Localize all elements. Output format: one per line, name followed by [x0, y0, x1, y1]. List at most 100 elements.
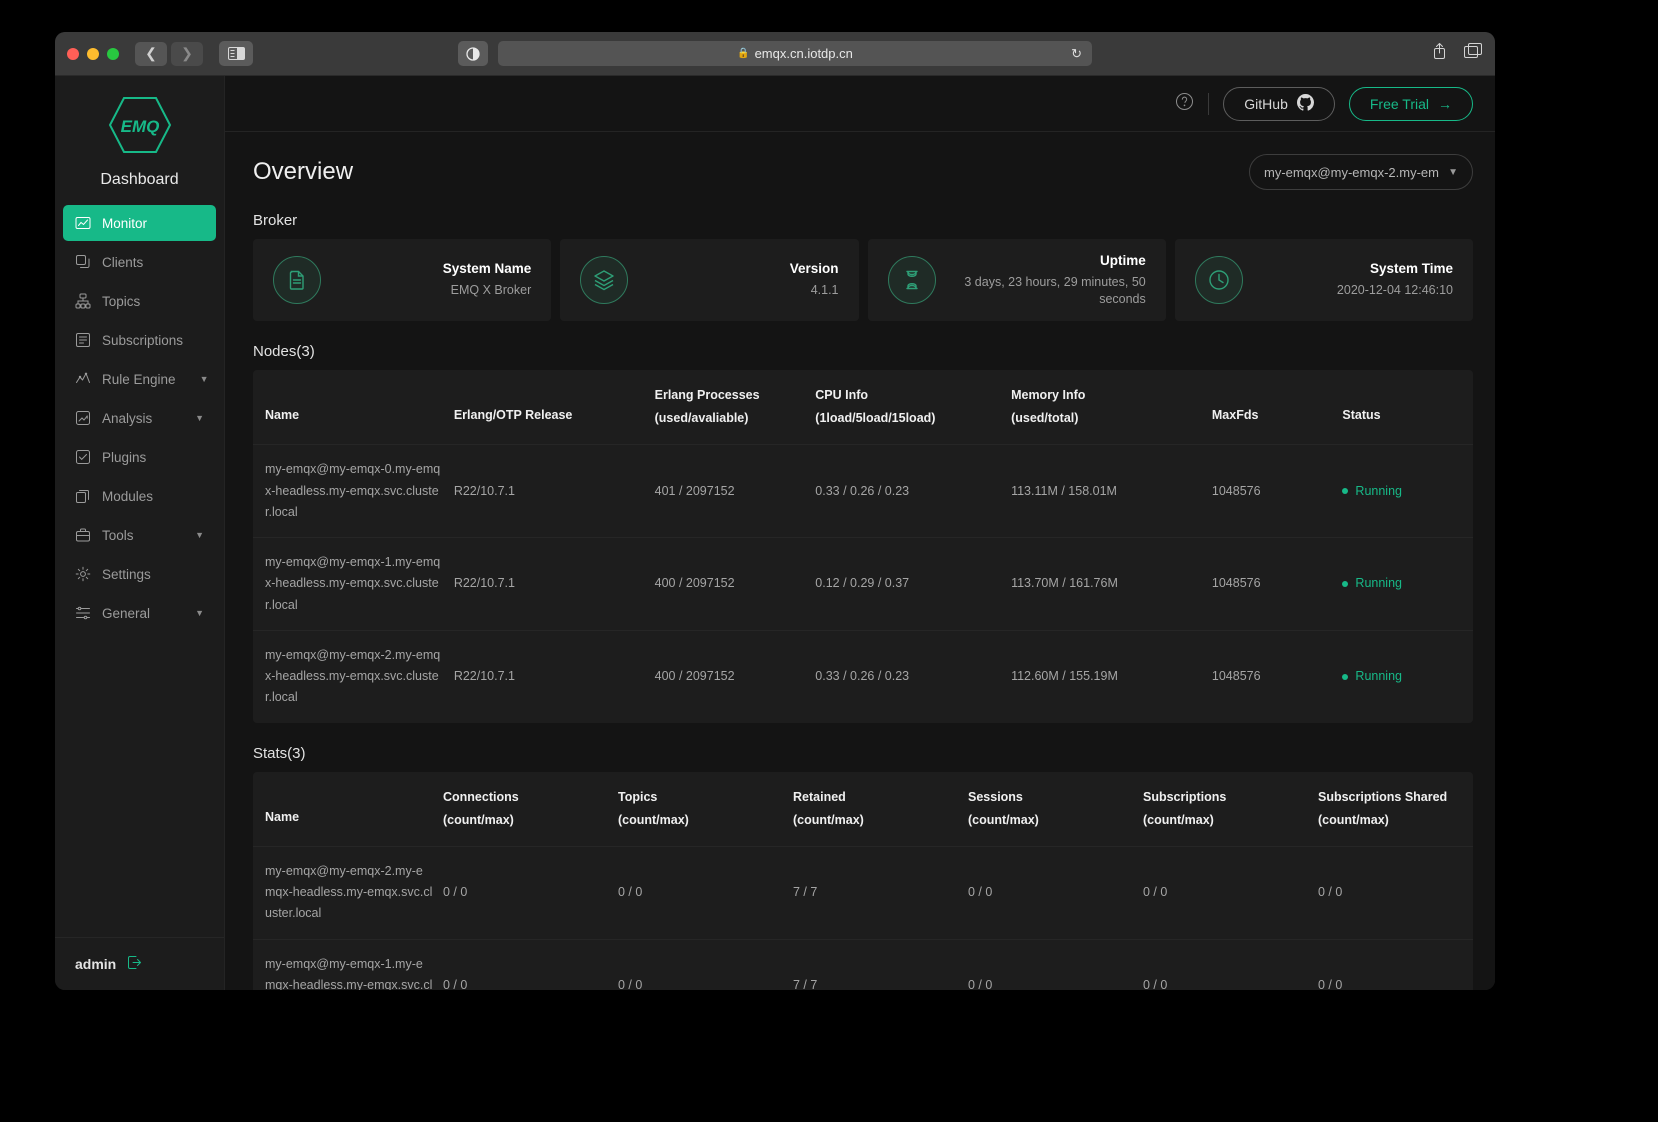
nodes-table: Name Erlang/OTP Release Erlang Processes… [253, 370, 1473, 723]
broker-card-text: System Time 2020-12-04 12:46:10 [1257, 261, 1453, 299]
stats-col-connections[interactable]: Connections(count/max) [443, 772, 618, 847]
sidebar-item-monitor[interactable]: Monitor [63, 205, 216, 241]
node-maxfds: 1048576 [1212, 445, 1343, 538]
node-memory: 113.70M / 161.76M [1011, 538, 1212, 631]
stats-col-retained[interactable]: Retained(count/max) [793, 772, 968, 847]
logout-icon[interactable] [126, 954, 143, 974]
document-icon [273, 256, 321, 304]
nodes-col-release[interactable]: Erlang/OTP Release [454, 370, 655, 445]
table-row[interactable]: my-emqx@my-emqx-1.my-emqx-headless.my-em… [253, 939, 1473, 990]
nodes-col-maxfds[interactable]: MaxFds [1212, 370, 1343, 445]
stats-section-title: Stats(3) [253, 745, 1473, 762]
stats-col-subscriptions-shared[interactable]: Subscriptions Shared(count/max) [1318, 772, 1473, 847]
back-arrow-icon[interactable]: ❮ [135, 42, 167, 66]
node-release: R22/10.7.1 [454, 445, 655, 538]
stats-subscriptions-shared: 0 / 0 [1318, 846, 1473, 939]
stats-retained: 7 / 7 [793, 939, 968, 990]
stats-col-subscriptions[interactable]: Subscriptions(count/max) [1143, 772, 1318, 847]
github-button-label: GitHub [1244, 96, 1288, 112]
topbar-divider [1208, 93, 1209, 115]
free-trial-button[interactable]: Free Trial → [1349, 87, 1473, 121]
node-memory: 112.60M / 155.19M [1011, 630, 1212, 722]
node-release: R22/10.7.1 [454, 538, 655, 631]
nodes-col-name[interactable]: Name [253, 370, 454, 445]
stats-topics: 0 / 0 [618, 939, 793, 990]
reload-icon[interactable]: ↻ [1071, 46, 1082, 62]
status-badge: Running [1342, 445, 1473, 538]
table-row[interactable]: my-emqx@my-emqx-2.my-emqx-headless.my-em… [253, 846, 1473, 939]
window-traffic-lights [67, 48, 119, 60]
broker-card-value: 4.1.1 [642, 282, 838, 299]
chevron-down-icon[interactable]: ▼ [195, 608, 204, 618]
stats-table: Name Connections(count/max) Topics(count… [253, 772, 1473, 991]
forward-arrow-icon[interactable]: ❯ [171, 42, 203, 66]
plugins-icon [75, 449, 91, 465]
nodes-col-cpu[interactable]: CPU Info(1load/5load/15load) [815, 370, 1011, 445]
broker-card-label: Uptime [950, 253, 1146, 268]
table-row[interactable]: my-emqx@my-emqx-1.my-emqx-headless.my-em… [253, 538, 1473, 631]
main-area: GitHub Free Trial → Overview my- [225, 76, 1495, 990]
nodes-col-status[interactable]: Status [1342, 370, 1473, 445]
sidebar-item-general[interactable]: General ▼ [63, 595, 216, 631]
stats-col-sessions[interactable]: Sessions(count/max) [968, 772, 1143, 847]
broker-card-value: EMQ X Broker [335, 282, 531, 299]
sidebar-item-label: Rule Engine [102, 372, 176, 387]
node-name: my-emqx@my-emqx-2.my-emqx-headless.my-em… [253, 630, 454, 722]
sidebar-item-rule-engine[interactable]: Rule Engine ▼ [63, 361, 216, 397]
nodes-col-processes[interactable]: Erlang Processes(used/avaliable) [655, 370, 816, 445]
sidebar-nav: Monitor Clients [55, 205, 224, 937]
svg-text:EMQ: EMQ [120, 117, 159, 136]
clients-icon [75, 254, 91, 270]
stats-subscriptions: 0 / 0 [1143, 846, 1318, 939]
sidebar-item-tools[interactable]: Tools ▼ [63, 517, 216, 553]
github-button[interactable]: GitHub [1223, 87, 1335, 121]
stats-sessions: 0 / 0 [968, 846, 1143, 939]
share-icon[interactable] [1431, 42, 1448, 65]
minimize-window-button[interactable] [87, 48, 99, 60]
sidebar-item-settings[interactable]: Settings [63, 556, 216, 592]
stats-col-name[interactable]: Name [253, 772, 443, 847]
table-row[interactable]: my-emqx@my-emqx-2.my-emqx-headless.my-em… [253, 630, 1473, 722]
sidebar-item-plugins[interactable]: Plugins [63, 439, 216, 475]
node-selector-dropdown[interactable]: my-emqx@my-emqx-2.my-em ▼ [1249, 154, 1473, 190]
sidebar-item-label: Analysis [102, 411, 152, 426]
sidebar-item-modules[interactable]: Modules [63, 478, 216, 514]
node-maxfds: 1048576 [1212, 630, 1343, 722]
close-window-button[interactable] [67, 48, 79, 60]
chevron-down-icon[interactable]: ▼ [200, 374, 209, 384]
stats-col-topics[interactable]: Topics(count/max) [618, 772, 793, 847]
monitor-icon [75, 215, 91, 231]
address-bar[interactable]: 🔒 emqx.cn.iotdp.cn ↻ [498, 41, 1092, 66]
node-selector-value: my-emqx@my-emqx-2.my-em [1264, 165, 1442, 180]
maximize-window-button[interactable] [107, 48, 119, 60]
lock-icon: 🔒 [737, 48, 749, 59]
sidebar-item-topics[interactable]: Topics [63, 283, 216, 319]
chevron-down-icon[interactable]: ▼ [195, 413, 204, 423]
sidebar-item-analysis[interactable]: Analysis ▼ [63, 400, 216, 436]
status-dot-icon [1342, 581, 1348, 587]
status-dot-icon [1342, 674, 1348, 680]
top-bar: GitHub Free Trial → [225, 76, 1495, 132]
status-dot-icon [1342, 488, 1348, 494]
sidebar-item-label: General [102, 606, 150, 621]
sidebar-item-subscriptions[interactable]: Subscriptions [63, 322, 216, 358]
sidebar-item-clients[interactable]: Clients [63, 244, 216, 280]
tools-icon [75, 527, 91, 543]
table-row[interactable]: my-emqx@my-emqx-0.my-emqx-headless.my-em… [253, 445, 1473, 538]
reader-contrast-icon[interactable] [458, 41, 488, 66]
nodes-col-memory[interactable]: Memory Info(used/total) [1011, 370, 1212, 445]
sidebar-item-label: Plugins [102, 450, 146, 465]
nodes-table-header-row: Name Erlang/OTP Release Erlang Processes… [253, 370, 1473, 445]
arrow-right-icon: → [1438, 96, 1452, 112]
status-badge: Running [1342, 538, 1473, 631]
stats-name: my-emqx@my-emqx-2.my-emqx-headless.my-em… [253, 846, 443, 939]
chevron-down-icon[interactable]: ▼ [195, 530, 204, 540]
help-circle-icon[interactable] [1175, 92, 1194, 116]
stats-table-header-row: Name Connections(count/max) Topics(count… [253, 772, 1473, 847]
node-processes: 401 / 2097152 [655, 445, 816, 538]
page-title: Overview [253, 158, 353, 186]
new-tab-overview-icon[interactable] [1464, 43, 1483, 65]
broker-card-label: System Time [1257, 261, 1453, 276]
broker-section-title: Broker [253, 212, 1473, 229]
sidebar-toggle-icon[interactable] [219, 41, 253, 66]
